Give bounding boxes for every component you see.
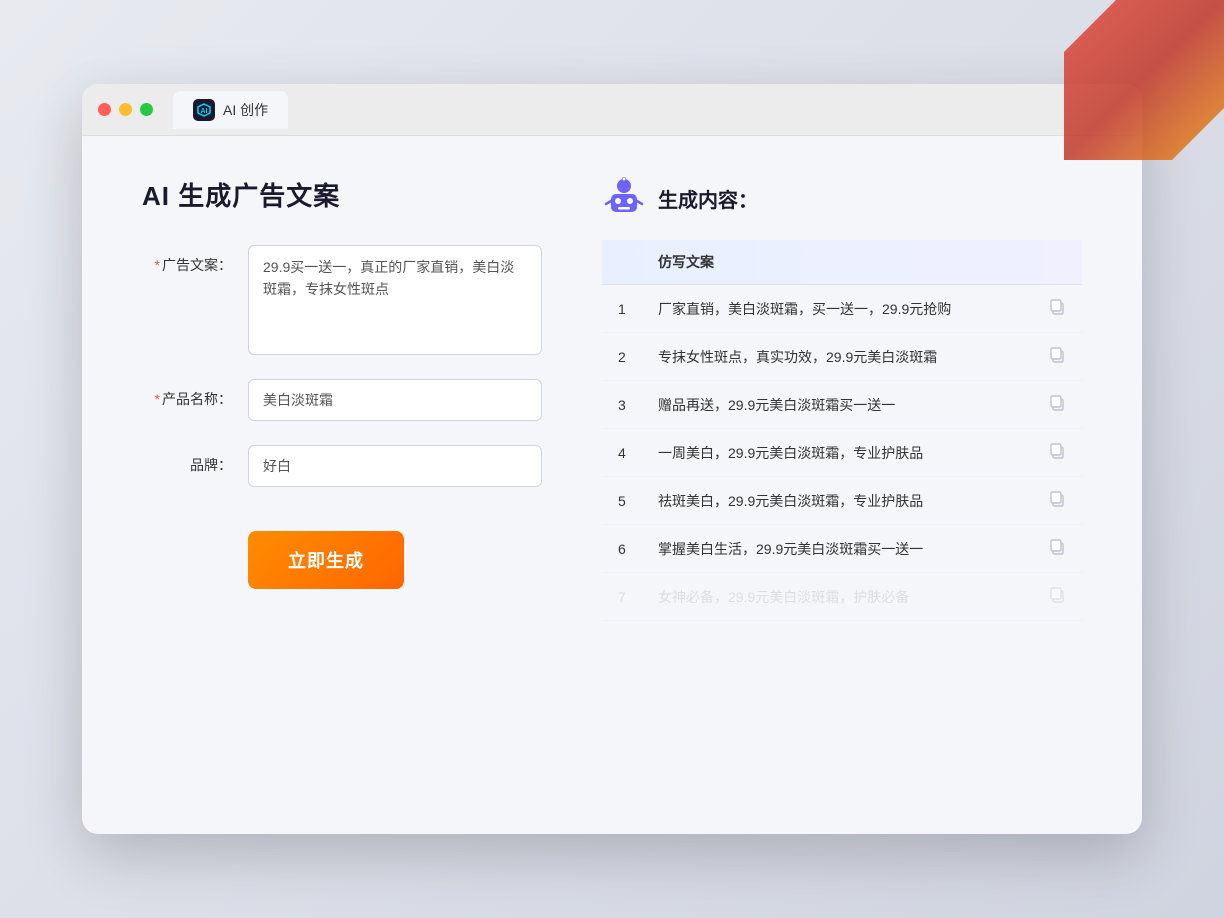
row-number: 1 — [602, 285, 642, 333]
col-action — [1032, 240, 1082, 285]
table-row: 4一周美白，29.9元美白淡斑霜，专业护肤品 — [602, 429, 1082, 477]
row-number: 5 — [602, 477, 642, 525]
row-number: 7 — [602, 573, 642, 621]
table-row: 7女神必备，29.9元美白淡斑霜，护肤必备 — [602, 573, 1082, 621]
right-panel: 生成内容： 仿写文案 1厂家直销，美白淡斑霜，买一送一，29.9元抢购 2专抹女… — [602, 176, 1082, 794]
product-name-input[interactable]: 美白淡斑霜 — [248, 379, 542, 421]
copy-icon — [1048, 538, 1066, 556]
maximize-button[interactable] — [140, 103, 153, 116]
row-content: 掌握美白生活，29.9元美白淡斑霜买一送一 — [642, 525, 1032, 573]
robot-icon — [602, 176, 646, 220]
results-header: 生成内容： — [602, 176, 1082, 220]
ad-copy-required: * — [155, 257, 160, 273]
table-row: 2专抹女性斑点，真实功效，29.9元美白淡斑霜 — [602, 333, 1082, 381]
svg-text:AI: AI — [201, 108, 208, 115]
product-name-required: * — [155, 391, 160, 407]
brand-input[interactable]: 好白 — [248, 445, 542, 487]
row-content: 厂家直销，美白淡斑霜，买一送一，29.9元抢购 — [642, 285, 1032, 333]
left-panel: AI 生成广告文案 *广告文案： 29.9买一送一，真正的厂家直销，美白淡斑霜，… — [142, 176, 542, 794]
title-bar: AI AI 创作 — [82, 84, 1142, 136]
tab-label: AI 创作 — [223, 100, 268, 120]
brand-label: 品牌： — [142, 445, 232, 475]
col-content: 仿写文案 — [642, 240, 1032, 285]
product-name-label: *产品名称： — [142, 379, 232, 409]
copy-cell[interactable] — [1032, 429, 1082, 477]
brand-group: 品牌： 好白 — [142, 445, 542, 487]
copy-icon — [1048, 442, 1066, 460]
row-content: 赠品再送，29.9元美白淡斑霜买一送一 — [642, 381, 1032, 429]
table-row: 1厂家直销，美白淡斑霜，买一送一，29.9元抢购 — [602, 285, 1082, 333]
row-content: 祛斑美白，29.9元美白淡斑霜，专业护肤品 — [642, 477, 1032, 525]
tab-icon: AI — [193, 99, 215, 121]
table-row: 3赠品再送，29.9元美白淡斑霜买一送一 — [602, 381, 1082, 429]
row-number: 6 — [602, 525, 642, 573]
table-row: 6掌握美白生活，29.9元美白淡斑霜买一送一 — [602, 525, 1082, 573]
copy-icon — [1048, 298, 1066, 316]
col-num — [602, 240, 642, 285]
main-content: AI 生成广告文案 *广告文案： 29.9买一送一，真正的厂家直销，美白淡斑霜，… — [82, 136, 1142, 834]
generate-button[interactable]: 立即生成 — [248, 531, 404, 589]
page-title: AI 生成广告文案 — [142, 176, 542, 213]
browser-window: AI AI 创作 AI 生成广告文案 *广告文案： 29.9买一送一，真正的厂家… — [82, 84, 1142, 834]
product-name-group: *产品名称： 美白淡斑霜 — [142, 379, 542, 421]
minimize-button[interactable] — [119, 103, 132, 116]
ad-copy-input[interactable]: 29.9买一送一，真正的厂家直销，美白淡斑霜，专抹女性斑点 — [248, 245, 542, 355]
table-header-row: 仿写文案 — [602, 240, 1082, 285]
copy-icon — [1048, 394, 1066, 412]
row-content: 专抹女性斑点，真实功效，29.9元美白淡斑霜 — [642, 333, 1032, 381]
traffic-lights — [98, 103, 153, 116]
copy-icon — [1048, 346, 1066, 364]
ad-copy-group: *广告文案： 29.9买一送一，真正的厂家直销，美白淡斑霜，专抹女性斑点 — [142, 245, 542, 355]
copy-cell[interactable] — [1032, 333, 1082, 381]
copy-cell[interactable] — [1032, 525, 1082, 573]
row-number: 3 — [602, 381, 642, 429]
copy-cell[interactable] — [1032, 573, 1082, 621]
table-row: 5祛斑美白，29.9元美白淡斑霜，专业护肤品 — [602, 477, 1082, 525]
row-content: 一周美白，29.9元美白淡斑霜，专业护肤品 — [642, 429, 1032, 477]
copy-icon — [1048, 586, 1066, 604]
copy-icon — [1048, 490, 1066, 508]
ai-tab[interactable]: AI AI 创作 — [173, 91, 288, 129]
row-content: 女神必备，29.9元美白淡斑霜，护肤必备 — [642, 573, 1032, 621]
copy-cell[interactable] — [1032, 477, 1082, 525]
copy-cell[interactable] — [1032, 285, 1082, 333]
close-button[interactable] — [98, 103, 111, 116]
ad-copy-label: *广告文案： — [142, 245, 232, 275]
results-title: 生成内容： — [658, 184, 758, 213]
row-number: 2 — [602, 333, 642, 381]
copy-cell[interactable] — [1032, 381, 1082, 429]
results-table: 仿写文案 1厂家直销，美白淡斑霜，买一送一，29.9元抢购 2专抹女性斑点，真实… — [602, 240, 1082, 621]
row-number: 4 — [602, 429, 642, 477]
